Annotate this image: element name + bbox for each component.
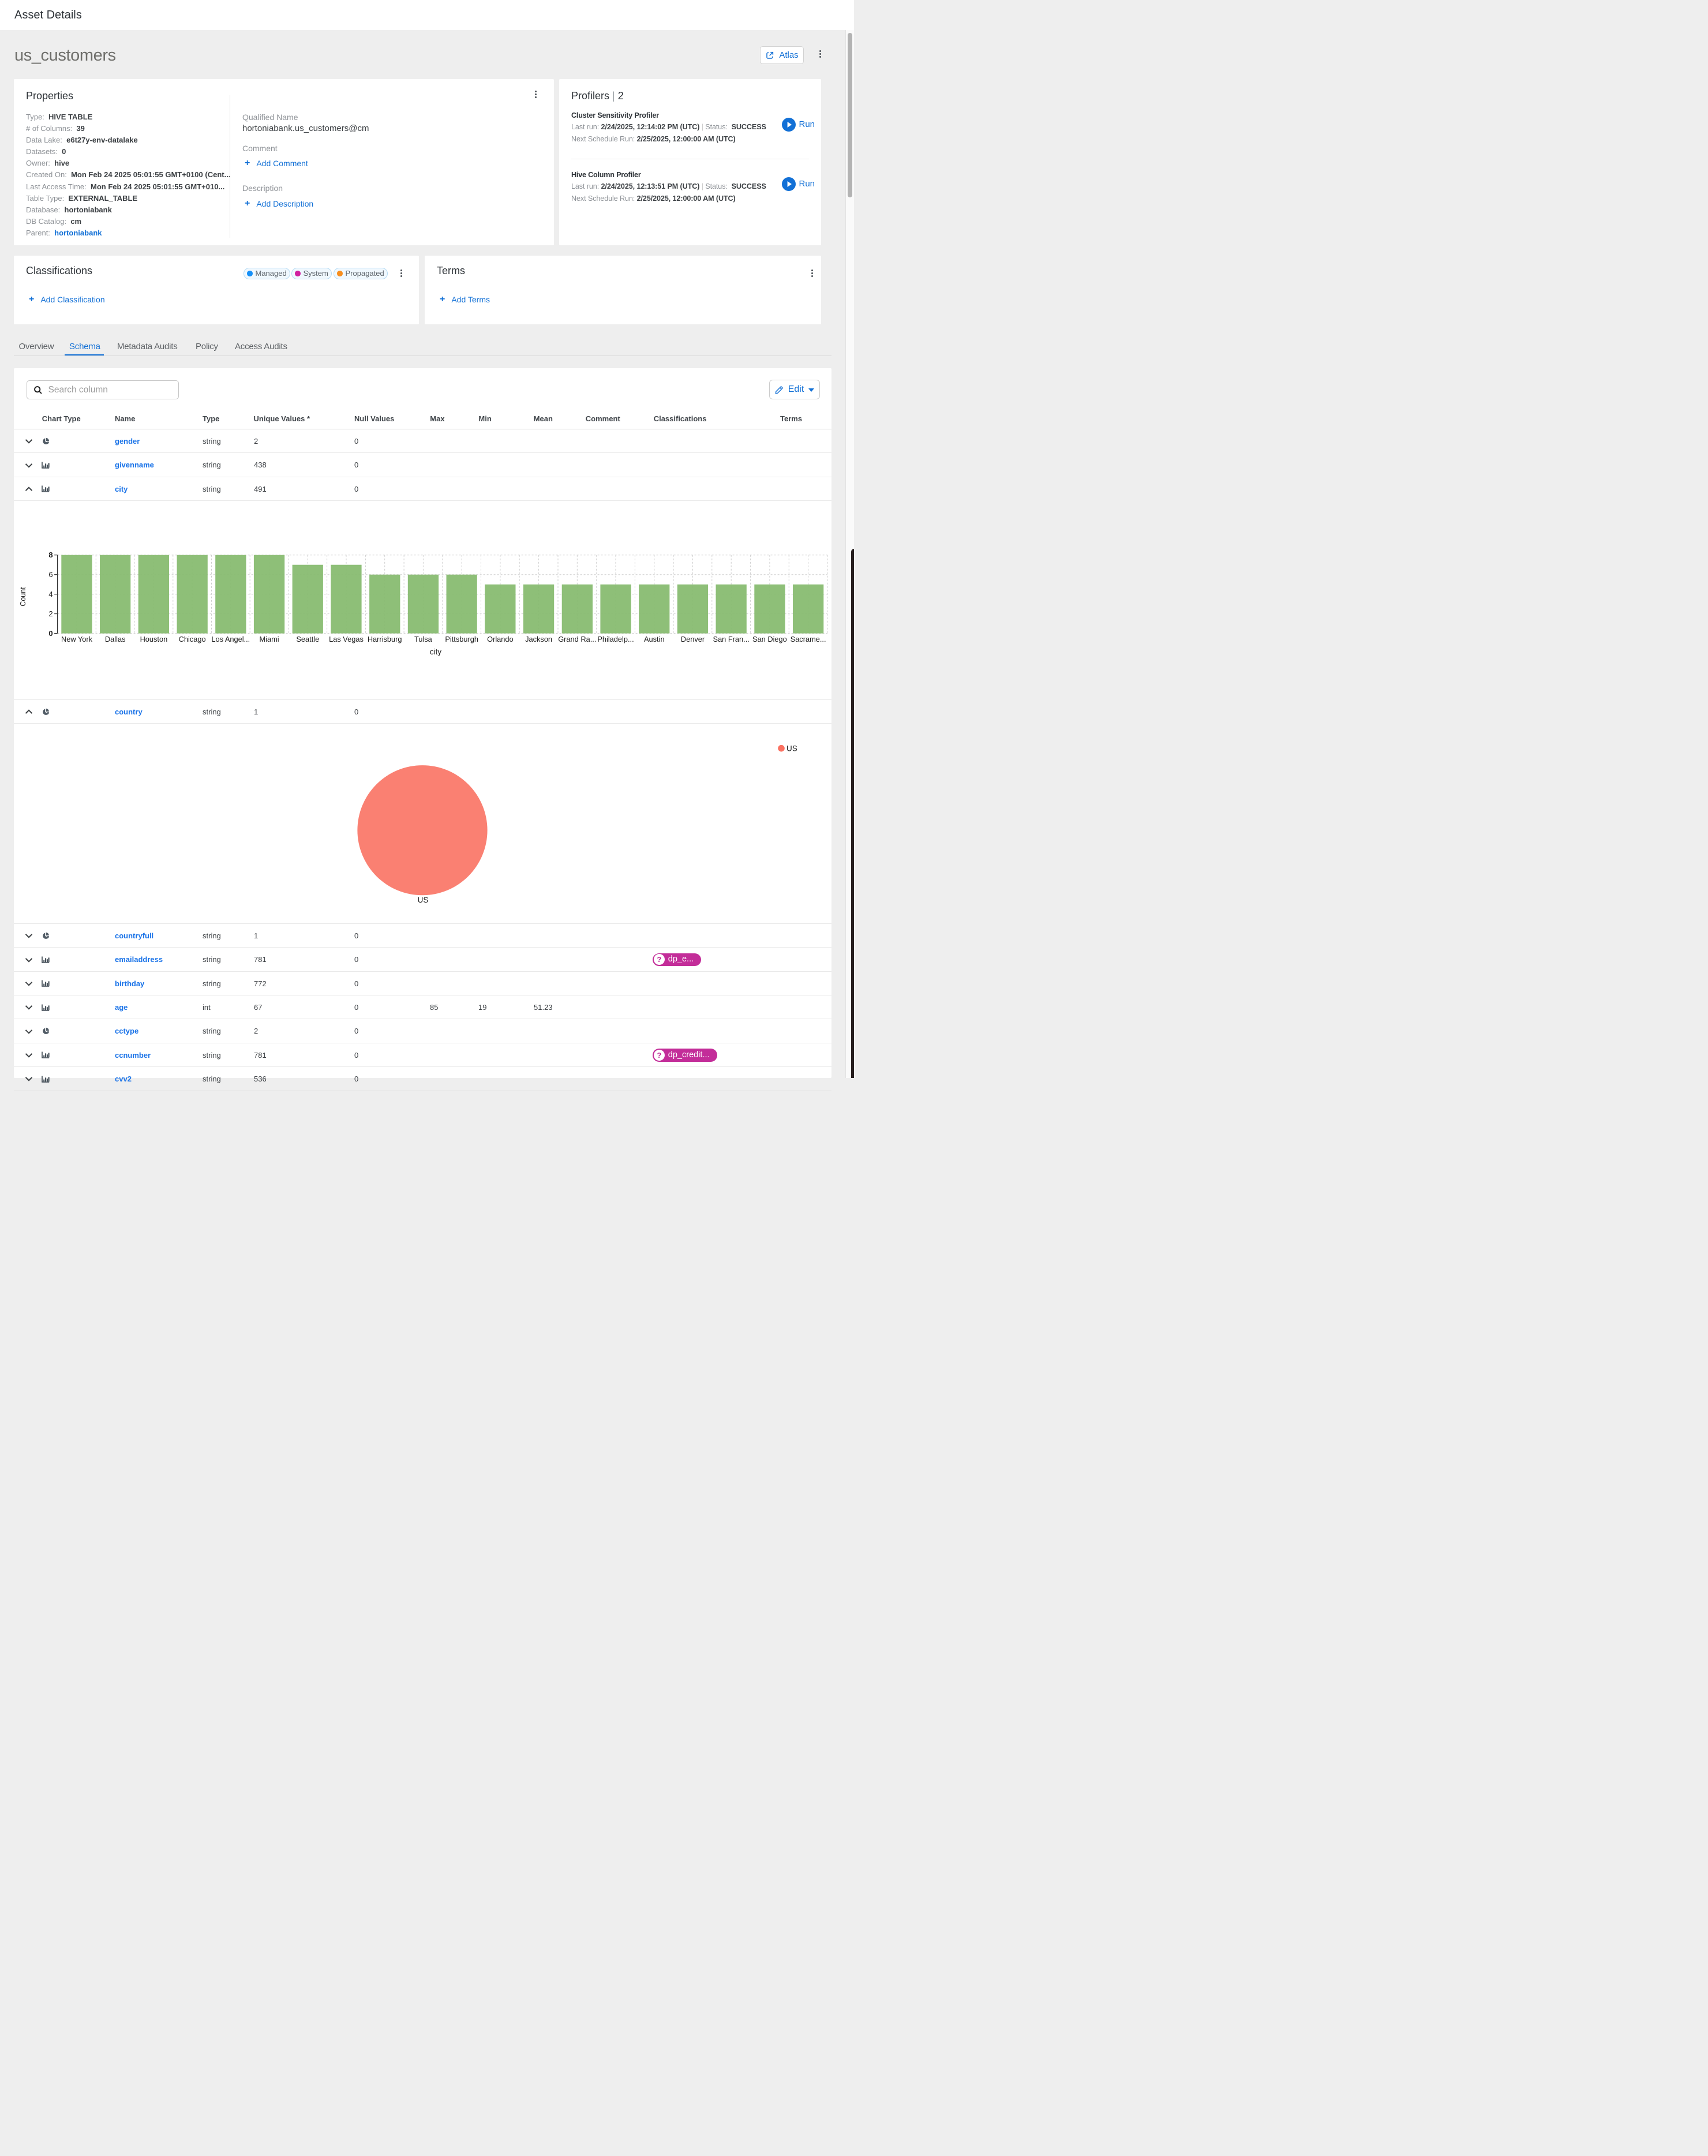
svg-text:Chicago: Chicago <box>179 635 206 643</box>
svg-text:Count: Count <box>19 587 27 607</box>
svg-text:Philadelp...: Philadelp... <box>597 635 634 643</box>
svg-text:6: 6 <box>48 570 53 579</box>
svg-text:Pittsburgh: Pittsburgh <box>445 635 478 643</box>
svg-text:US: US <box>418 896 429 904</box>
svg-text:Tulsa: Tulsa <box>414 635 433 643</box>
svg-text:2: 2 <box>48 609 53 618</box>
svg-text:Harrisburg: Harrisburg <box>368 635 402 643</box>
svg-text:Dallas: Dallas <box>105 635 126 643</box>
svg-text:8: 8 <box>48 551 53 559</box>
svg-text:Austin: Austin <box>644 635 665 643</box>
svg-text:city: city <box>430 647 442 656</box>
svg-text:US: US <box>786 744 797 753</box>
svg-text:Jackson: Jackson <box>525 635 552 643</box>
svg-text:Houston: Houston <box>140 635 168 643</box>
svg-text:Denver: Denver <box>681 635 705 643</box>
svg-text:0: 0 <box>48 629 53 638</box>
svg-text:Miami: Miami <box>260 635 279 643</box>
svg-text:New York: New York <box>61 635 93 643</box>
svg-text:4: 4 <box>48 590 53 598</box>
svg-text:San Fran...: San Fran... <box>713 635 750 643</box>
svg-text:Sacrame...: Sacrame... <box>791 635 826 643</box>
svg-text:San Diego: San Diego <box>752 635 787 643</box>
svg-text:Seattle: Seattle <box>296 635 319 643</box>
svg-text:Orlando: Orlando <box>487 635 514 643</box>
svg-text:Los Angel...: Los Angel... <box>211 635 250 643</box>
svg-text:Las Vegas: Las Vegas <box>329 635 364 643</box>
svg-text:Grand Ra...: Grand Ra... <box>558 635 596 643</box>
